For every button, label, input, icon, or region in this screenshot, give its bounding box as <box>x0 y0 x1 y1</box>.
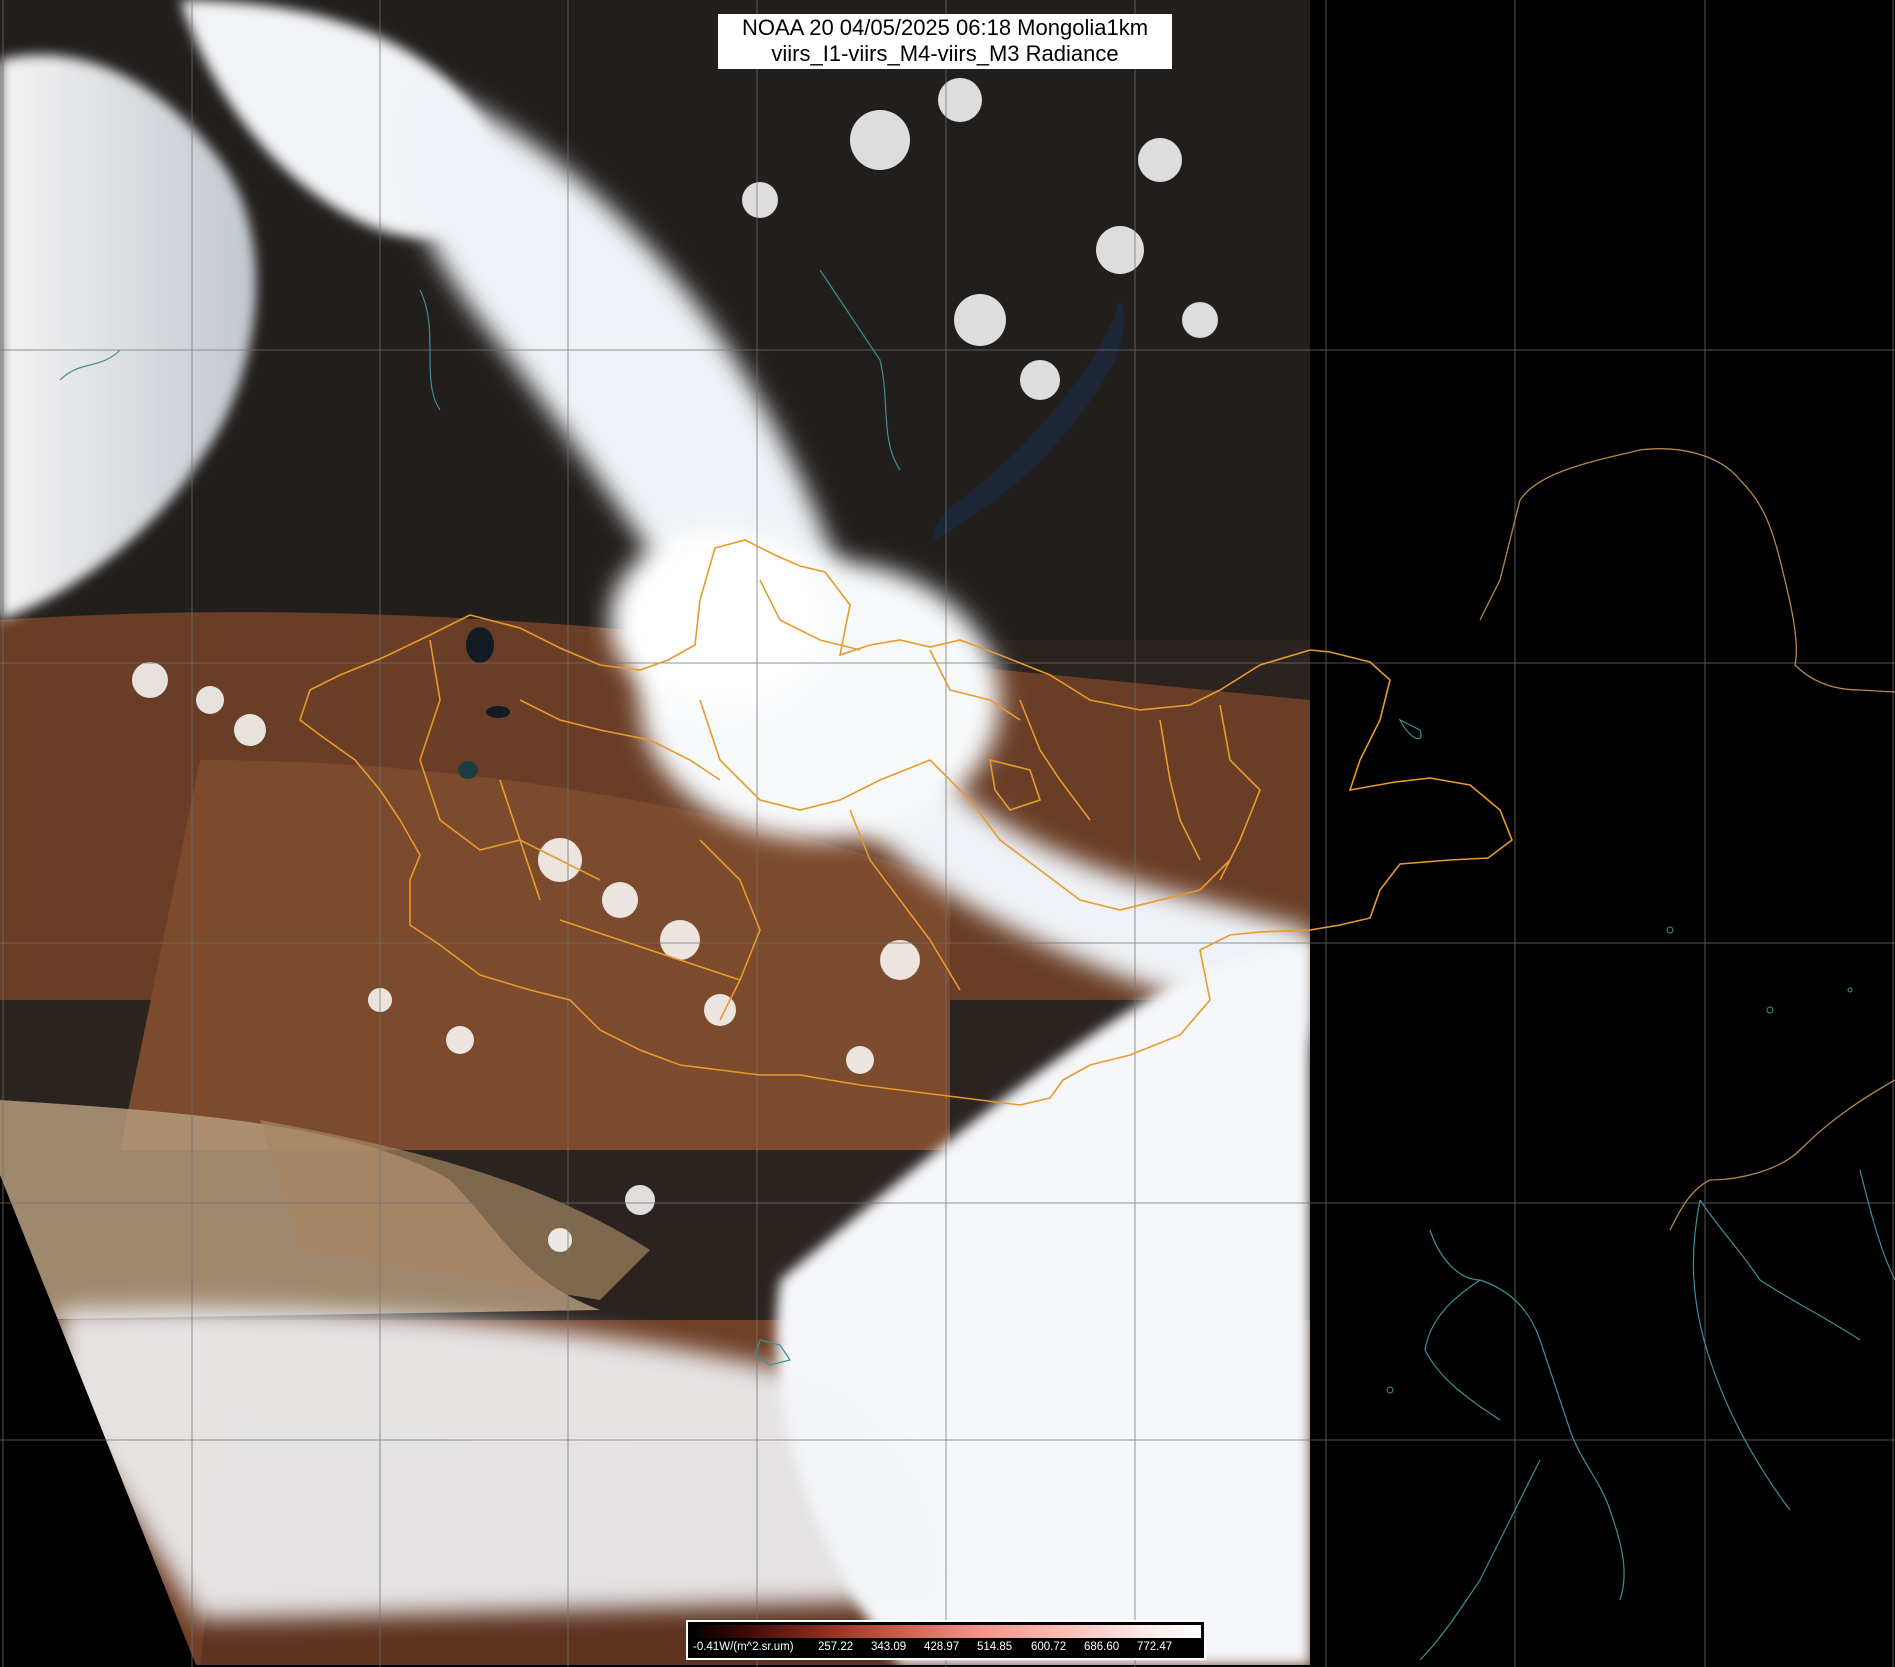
swath-imagery <box>0 0 1310 1665</box>
colorbar-label-4: 514.85 <box>977 1641 1013 1653</box>
islands <box>1386 926 1853 1394</box>
china-border <box>1479 448 1895 1231</box>
title-box: NOAA 20 04/05/2025 06:18 Mongolia1km vii… <box>718 14 1172 69</box>
colorbar-label-0: -0.41W/(m^2.sr.um) <box>693 1641 794 1653</box>
colorbar: -0.41W/(m^2.sr.um) 257.22 343.09 428.97 … <box>686 1620 1206 1660</box>
title-line-2: viirs_I1-viirs_M4-viirs_M3 Radiance <box>771 41 1119 66</box>
colorbar-label-3: 428.97 <box>924 1641 960 1653</box>
colorbar-label-1: 257.22 <box>818 1641 854 1653</box>
satellite-map: NOAA 20 04/05/2025 06:18 Mongolia1km vii… <box>0 0 1895 1667</box>
colorbar-label-2: 343.09 <box>871 1641 907 1653</box>
title-line-1: NOAA 20 04/05/2025 06:18 Mongolia1km <box>741 15 1149 40</box>
colorbar-gradient <box>691 1625 1201 1638</box>
colorbar-label-5: 600.72 <box>1031 1641 1067 1653</box>
colorbar-label-6: 686.60 <box>1084 1641 1120 1653</box>
satellite-scene <box>0 0 1895 1667</box>
colorbar-ticks: -0.41W/(m^2.sr.um) 257.22 343.09 428.97 … <box>691 1641 1201 1658</box>
colorbar-label-7: 772.47 <box>1137 1641 1173 1653</box>
